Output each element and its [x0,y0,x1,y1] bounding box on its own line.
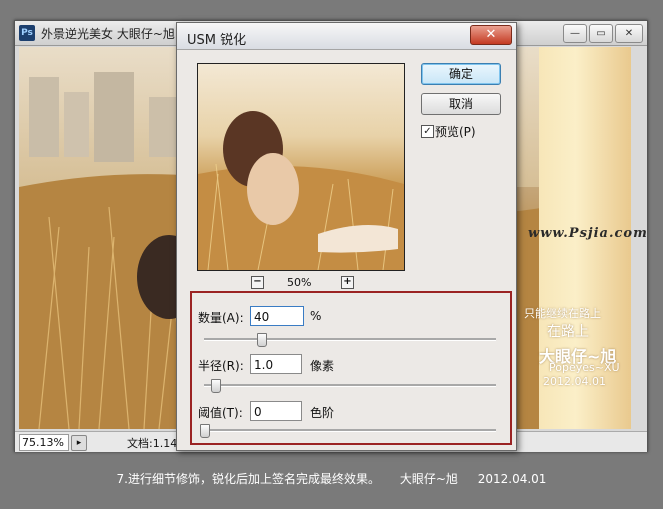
caption-author: 大眼仔~旭 [399,472,458,486]
doc-size-text: 文档:1.14 [127,437,178,450]
caption-date: 2012.04.01 [477,472,547,486]
zoom-input[interactable]: 75.13% [19,434,69,451]
status-menu-icon[interactable]: ▸ [71,435,87,451]
amount-slider-thumb[interactable] [256,333,267,347]
preview-checkbox[interactable]: ✓ [421,125,434,138]
threshold-slider-thumb[interactable] [200,424,210,438]
zoom-out-button[interactable]: − [251,276,264,289]
parameters-group: 数量(A): 40 % 半径(R): 1.0 像素 阈值(T): 0 色阶 [190,291,512,445]
radius-slider-track[interactable] [204,384,496,387]
preview-checkbox-label: 预览(P) [435,125,476,139]
radius-input[interactable]: 1.0 [250,354,302,374]
caption: 7.进行细节修饰，锐化后加上签名完成最终效果。 大眼仔~旭 2012.04.01 [0,470,663,487]
zoom-in-button[interactable]: + [341,276,354,289]
amount-label: 数量(A): [198,311,244,325]
cancel-button[interactable]: 取消 [421,93,501,115]
radius-label: 半径(R): [198,359,244,373]
radius-slider-thumb[interactable] [211,379,222,393]
preview-photo [198,111,404,270]
signature-line-1: 只能继续在路上 [524,307,601,320]
amount-input[interactable]: 40 [250,306,304,326]
preview-zoom-level: 50% [287,276,312,289]
threshold-unit: 色阶 [310,406,335,420]
ok-button[interactable]: 确定 [421,63,501,85]
maximize-button[interactable]: ▭ [589,24,613,43]
dialog-titlebar[interactable]: USM 锐化 ✕ [177,23,516,50]
amount-slider-track[interactable] [204,338,496,341]
amount-unit: % [310,309,322,323]
document-title: 外景逆光美女 大眼仔~旭 [41,27,175,41]
usm-sharpen-dialog: USM 锐化 ✕ − 50% + 确定 取消 ✓ 预览(P) 数量(A): 40… [176,22,517,451]
radius-unit: 像素 [310,359,335,373]
caption-step: 7.进行细节修饰，锐化后加上签名完成最终效果。 [116,472,380,486]
signature-line-5: 2012.04.01 [543,375,606,388]
preview-image[interactable] [197,63,405,271]
threshold-label: 阈值(T): [198,406,243,420]
signature-line-2: 在路上 [547,324,589,340]
dialog-close-button[interactable]: ✕ [470,25,512,45]
dialog-title: USM 锐化 [187,33,247,48]
threshold-slider-track[interactable] [204,429,496,432]
threshold-input[interactable]: 0 [250,401,302,421]
site-watermark: www.Psjia.com [528,226,648,241]
photoshop-icon: Ps [19,25,35,41]
close-button[interactable]: ✕ [615,24,643,43]
signature-line-4: Popeyes~XU [549,361,620,374]
minimize-button[interactable]: — [563,24,587,43]
